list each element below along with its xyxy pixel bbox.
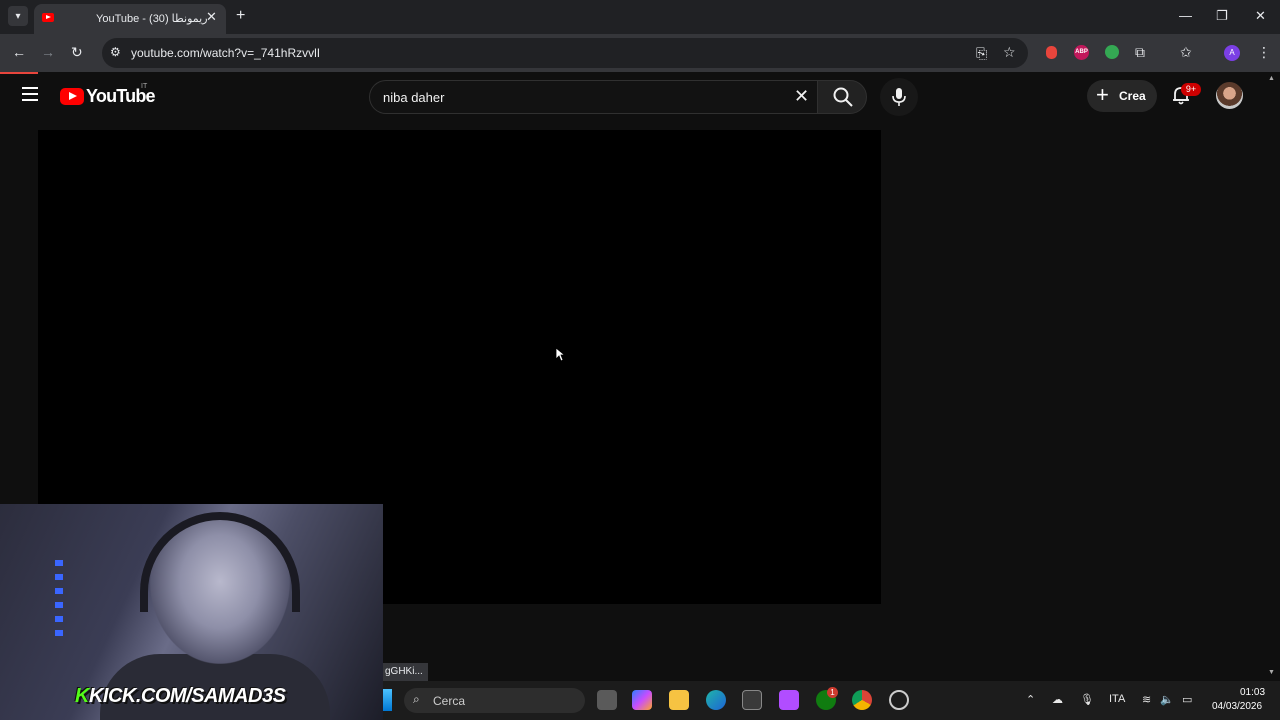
close-window-icon[interactable]: ✕: [1255, 8, 1266, 24]
arrow-left-icon[interactable]: ←: [12, 44, 26, 60]
show-hidden-icons-chevron-icon[interactable]: ⌃: [1026, 693, 1035, 706]
headset-icon: [140, 512, 300, 612]
microphone-tray-icon[interactable]: 🎙: [1080, 693, 1094, 706]
extensions-puzzle-icon[interactable]: ⧉: [1135, 44, 1145, 61]
copilot-icon[interactable]: [632, 690, 652, 710]
battery-icon[interactable]: ▭: [1182, 693, 1192, 706]
clock-time[interactable]: 01:03: [1240, 687, 1265, 698]
chrome-taskbar-icon[interactable]: [852, 690, 872, 710]
file-explorer-icon[interactable]: [669, 690, 689, 710]
reload-icon[interactable]: ↻: [71, 44, 83, 61]
create-label: Crea: [1119, 89, 1146, 103]
scroll-down-arrow-icon[interactable]: ▼: [1268, 669, 1275, 676]
scroll-up-arrow-icon[interactable]: ▲: [1268, 75, 1275, 82]
restore-icon[interactable]: ❐: [1216, 8, 1228, 24]
more-menu-icon[interactable]: ⋮: [1257, 44, 1271, 61]
input-language[interactable]: ITA: [1109, 693, 1125, 705]
voice-search-button[interactable]: [880, 78, 918, 116]
microsoft-store-icon[interactable]: [742, 690, 762, 710]
arrow-right-icon[interactable]: →: [41, 44, 55, 60]
notification-badge: 9+: [1181, 83, 1201, 96]
kick-logo-k: K: [75, 685, 89, 707]
close-tab-icon[interactable]: ✕: [206, 9, 217, 25]
microphone-icon: [892, 88, 906, 106]
bookmark-star-icon[interactable]: ☆: [1003, 44, 1016, 61]
tab-title: YouTube - ريمونطا (30): [96, 13, 208, 25]
clear-search-icon[interactable]: ✕: [794, 86, 809, 107]
create-button[interactable]: + Crea: [1087, 80, 1157, 112]
profile-avatar[interactable]: A: [1224, 45, 1240, 61]
new-tab-button[interactable]: +: [236, 7, 245, 25]
clock-date[interactable]: 04/03/2026: [1212, 701, 1262, 712]
youtube-favicon-icon: [42, 13, 54, 22]
bookmarks-icon[interactable]: ✩: [1180, 44, 1192, 61]
kick-channel-label: KKICK.COM/SAMAD3S: [75, 685, 286, 708]
extension-red-icon[interactable]: [1046, 46, 1057, 59]
site-info-icon[interactable]: ⚙: [110, 45, 121, 59]
hamburger-menu-icon[interactable]: [22, 87, 38, 101]
taskbar-search-box[interactable]: ⌕ Cerca: [404, 688, 585, 713]
youtube-header: YouTube IT niba daher ✕ + Crea 9+: [0, 74, 1266, 122]
tab-youtube[interactable]: YouTube - ريمونطا (30) ✕: [34, 4, 226, 34]
onedrive-cloud-icon[interactable]: ☁: [1052, 693, 1063, 706]
url-text[interactable]: youtube.com/watch?v=_741hRzvvlI: [131, 46, 320, 60]
search-icon: [833, 87, 853, 107]
browser-toolbar: ← → ↻ ⚙ youtube.com/watch?v=_741hRzvvlI …: [0, 34, 1280, 72]
user-avatar[interactable]: [1216, 82, 1243, 109]
chevron-down-icon[interactable]: ▾: [8, 6, 28, 26]
extension-green-icon[interactable]: [1105, 45, 1119, 59]
status-url-tooltip: gGHKi...: [380, 663, 428, 681]
address-bar[interactable]: ⚙ youtube.com/watch?v=_741hRzvvlI ⎘ ☆: [102, 38, 1028, 68]
xbox-badge: 1: [827, 687, 838, 698]
search-value[interactable]: niba daher: [383, 90, 444, 105]
minimize-icon[interactable]: —: [1179, 8, 1192, 23]
search-input[interactable]: niba daher ✕: [369, 80, 817, 114]
mouse-cursor-icon: [555, 347, 565, 362]
windows-start-icon[interactable]: [383, 689, 392, 711]
search-icon: ⌕: [413, 692, 420, 706]
instagram-app-icon[interactable]: [779, 690, 799, 710]
tab-strip: ▾ YouTube - ريمونطا (30) ✕ + — ❐ ✕: [0, 0, 1280, 34]
country-code: IT: [141, 83, 148, 90]
search-button[interactable]: [817, 80, 867, 114]
youtube-logo-icon[interactable]: [60, 88, 84, 105]
plus-icon: +: [1096, 82, 1109, 107]
task-view-icon[interactable]: [597, 690, 617, 710]
wifi-icon[interactable]: ≋: [1142, 693, 1151, 706]
rgb-leds: [55, 560, 63, 640]
adblock-plus-icon[interactable]: ABP: [1074, 45, 1089, 60]
kick-channel-text: KICK.COM/SAMAD3S: [88, 685, 286, 707]
taskbar-search-placeholder: Cerca: [433, 694, 466, 708]
clock-app-icon[interactable]: [889, 690, 909, 710]
volume-icon[interactable]: 🔈: [1160, 693, 1174, 706]
edge-browser-icon[interactable]: [706, 690, 726, 710]
install-app-icon[interactable]: ⎘: [976, 45, 987, 62]
